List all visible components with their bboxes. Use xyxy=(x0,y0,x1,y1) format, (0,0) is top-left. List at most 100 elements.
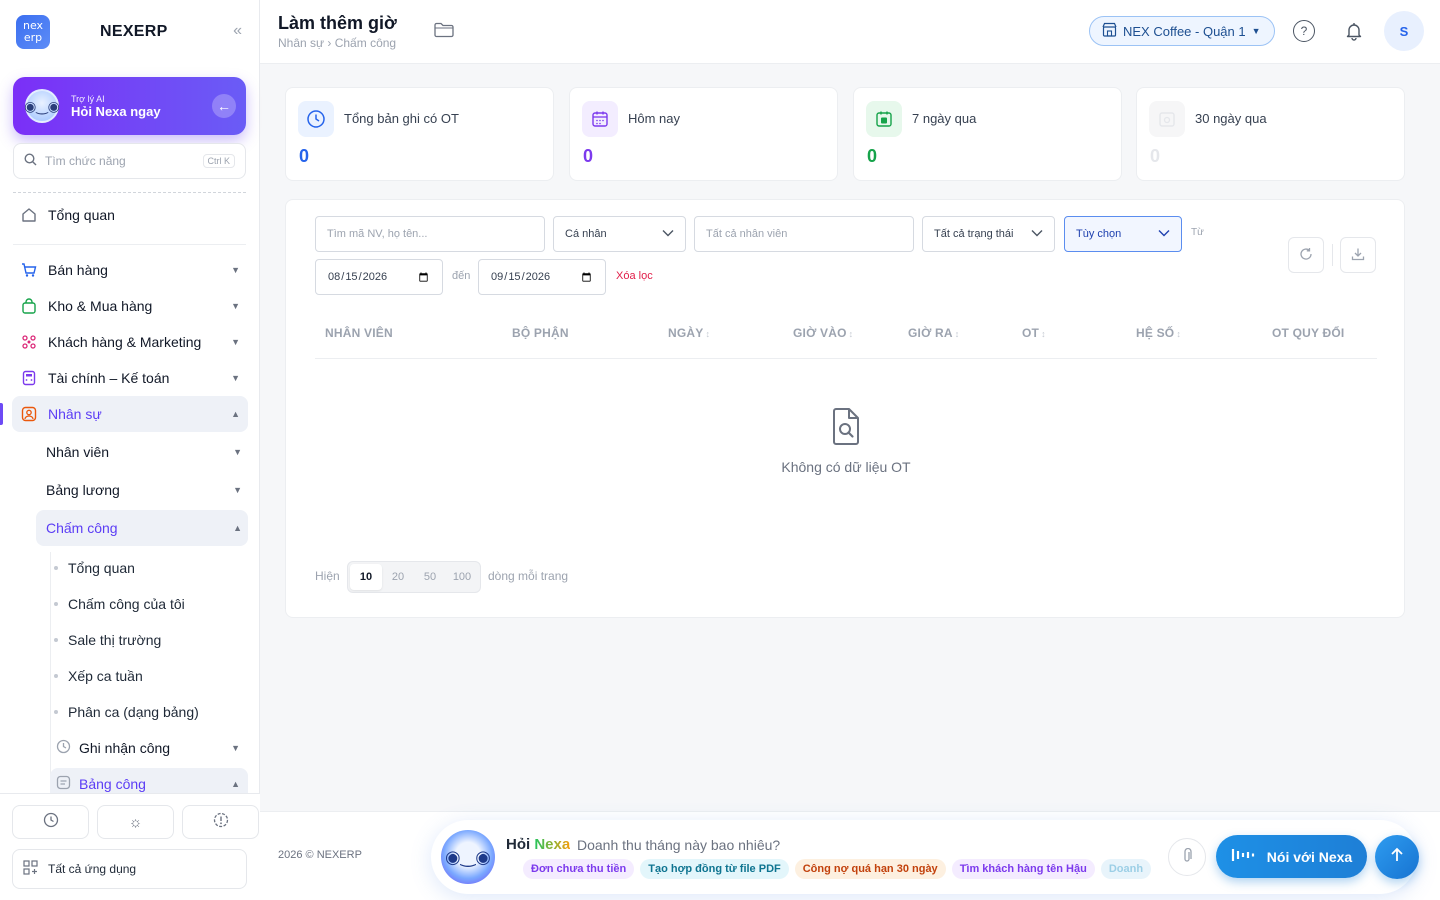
sidebar-item-label: Xếp ca tuần xyxy=(68,668,143,684)
stat-label: 7 ngày qua xyxy=(912,111,977,126)
scope-value: Cá nhân xyxy=(565,228,607,240)
help-icon[interactable]: ? xyxy=(1293,20,1315,42)
suggestion-chip[interactable]: Doanh xyxy=(1100,859,1151,879)
suggestion-chip[interactable]: Công nợ quá hạn 30 ngày xyxy=(794,859,946,879)
breadcrumb: Nhân sự › Chấm công xyxy=(278,36,397,50)
attach-button[interactable] xyxy=(1168,838,1206,876)
chevron-up-icon: ▲ xyxy=(231,779,240,789)
history-button[interactable] xyxy=(12,805,89,839)
divider xyxy=(13,192,246,193)
column-header-coefficient[interactable]: HỆ SỐ ↕ xyxy=(1136,326,1181,340)
column-header-time-in[interactable]: GIỜ VÀO ↕ xyxy=(793,326,853,340)
ot-table-panel: Cá nhân Tất cả trạng thái Tùy chọn Từ đế… xyxy=(285,199,1405,618)
column-header-time-out[interactable]: GIỜ RA ↕ xyxy=(908,326,959,340)
stat-value: 0 xyxy=(583,146,594,166)
empty-state-text: Không có dữ liệu OT xyxy=(781,459,911,475)
chevron-up-icon: ▲ xyxy=(233,523,242,533)
report-button[interactable] xyxy=(182,805,259,839)
send-button[interactable] xyxy=(1375,835,1419,879)
store-selector[interactable]: NEX Coffee - Quận 1 ▼ xyxy=(1089,16,1275,46)
brand: nex erp NEXERP « xyxy=(16,14,246,50)
sidebar-item-label: Sale thị trường xyxy=(68,632,162,648)
date-to-input[interactable] xyxy=(490,269,594,285)
scope-select[interactable]: Cá nhân xyxy=(553,216,686,252)
bell-icon[interactable] xyxy=(1342,19,1366,43)
clock-icon xyxy=(56,739,71,757)
column-header-date[interactable]: NGÀY ↕ xyxy=(668,326,710,340)
stat-value: 0 xyxy=(1150,146,1161,166)
sidebar-item-customers[interactable]: Khách hàng & Marketing ▼ xyxy=(12,324,248,360)
cart-icon xyxy=(20,261,38,279)
column-header-employee[interactable]: NHÂN VIÊN xyxy=(325,326,393,340)
search-input[interactable] xyxy=(45,154,185,168)
employee-search-input[interactable] xyxy=(327,228,533,240)
page-size-option[interactable]: 50 xyxy=(414,564,446,590)
theme-button[interactable]: ☼ xyxy=(97,805,174,839)
sidebar-item-label: Bảng công xyxy=(79,776,146,792)
sidebar-item-finance[interactable]: Tài chính – Kế toán ▼ xyxy=(12,360,248,396)
date-to-field xyxy=(478,259,606,295)
sidebar-item-record-work[interactable]: Ghi nhận công ▼ xyxy=(50,732,248,764)
suggestion-chip[interactable]: Tạo hợp đồng từ file PDF xyxy=(640,859,789,879)
sidebar-item-label: Tổng quan xyxy=(68,560,135,576)
history-icon xyxy=(43,812,59,832)
bullet xyxy=(54,710,58,714)
sidebar-item-field-sales[interactable]: Sale thị trường xyxy=(54,625,244,655)
page-size-option[interactable]: 10 xyxy=(350,564,382,590)
date-range-select[interactable]: Tùy chọn xyxy=(1064,216,1182,252)
stat-label: Tổng bản ghi có OT xyxy=(344,111,459,126)
column-header-department[interactable]: BỘ PHẬN xyxy=(512,326,569,340)
sidebar-item-attendance-overview[interactable]: Tổng quan xyxy=(54,553,244,583)
robot-icon[interactable]: ◉‿◉ xyxy=(441,830,495,884)
folder-icon[interactable] xyxy=(434,22,454,43)
bullet xyxy=(54,638,58,642)
suggestion-chip[interactable]: Tìm khách hàng tên Hậu xyxy=(951,859,1095,879)
bullet xyxy=(54,602,58,606)
column-header-ot[interactable]: OT ↕ xyxy=(1022,326,1046,340)
refresh-button[interactable] xyxy=(1288,237,1324,273)
employee-filter-input[interactable] xyxy=(706,228,902,240)
sidebar-item-employees[interactable]: Nhân viên ▼ xyxy=(36,434,248,470)
sidebar-item-sales[interactable]: Bán hàng ▼ xyxy=(12,252,248,288)
refresh-icon xyxy=(1299,247,1313,264)
table-header: NHÂN VIÊN BỘ PHẬN NGÀY ↕ GIỜ VÀO ↕ GIỜ RA ↕… xyxy=(315,315,1377,359)
chevron-down-icon xyxy=(1031,229,1043,240)
nexa-prompt-input[interactable]: Doanh thu tháng này bao nhiêu? xyxy=(577,837,780,853)
copyright: 2026 © NEXERP xyxy=(278,849,362,861)
voice-button[interactable]: Nói với Nexa xyxy=(1216,835,1367,878)
sidebar-item-overview[interactable]: Tổng quan xyxy=(12,197,248,233)
nexerp-logo[interactable]: nex erp xyxy=(16,15,50,49)
user-avatar[interactable]: S xyxy=(1384,11,1424,51)
sidebar-item-shift-table[interactable]: Phân ca (dạng bảng) xyxy=(54,697,244,727)
sidebar-item-payroll[interactable]: Bảng lương ▼ xyxy=(36,472,248,508)
sidebar-item-inventory[interactable]: Kho & Mua hàng ▼ xyxy=(12,288,248,324)
sidebar-item-weekly-shifts[interactable]: Xếp ca tuần xyxy=(54,661,244,691)
chevron-down-icon: ▼ xyxy=(233,485,242,495)
ai-assistant-card[interactable]: ◉‿◉ Trợ lý AI Hỏi Nexa ngay ← xyxy=(13,77,246,135)
collapse-sidebar-icon[interactable]: « xyxy=(233,22,242,40)
sidebar: nex erp NEXERP « ◉‿◉ Trợ lý AI Hỏi Nexa … xyxy=(0,0,260,900)
ai-card-subtitle: Trợ lý AI xyxy=(71,93,105,104)
to-label: đến xyxy=(452,270,471,282)
all-apps-button[interactable]: Tất cả ứng dụng xyxy=(12,849,247,889)
sidebar-item-label: Ghi nhận công xyxy=(79,740,171,756)
stat-card-30-days: 30 ngày qua 0 xyxy=(1136,87,1405,181)
page-size-option[interactable]: 100 xyxy=(446,564,478,590)
clear-filter-link[interactable]: Xóa lọc xyxy=(616,270,653,282)
suggestion-chip[interactable]: Đơn chưa thu tiền xyxy=(523,859,635,879)
download-button[interactable] xyxy=(1340,237,1376,273)
date-from-input[interactable] xyxy=(327,269,431,285)
sidebar-item-my-attendance[interactable]: Chấm công của tôi xyxy=(54,589,244,619)
chevron-down-icon: ▼ xyxy=(233,447,242,457)
search-icon xyxy=(24,153,37,169)
sidebar-item-attendance[interactable]: Chấm công ▲ xyxy=(36,510,248,546)
column-header-ot-converted[interactable]: OT QUY ĐỔI xyxy=(1272,326,1344,340)
robot-icon: ◉‿◉ xyxy=(24,89,60,123)
chevron-down-icon: ▼ xyxy=(1251,26,1261,36)
sidebar-item-hr[interactable]: Nhân sự ▲ xyxy=(12,396,248,432)
sidebar-item-label: Chấm công xyxy=(46,520,118,536)
arrow-left-icon[interactable]: ← xyxy=(212,94,236,118)
ai-card-title: Hỏi Nexa ngay xyxy=(71,103,161,119)
status-select[interactable]: Tất cả trạng thái xyxy=(922,216,1055,252)
page-size-option[interactable]: 20 xyxy=(382,564,414,590)
